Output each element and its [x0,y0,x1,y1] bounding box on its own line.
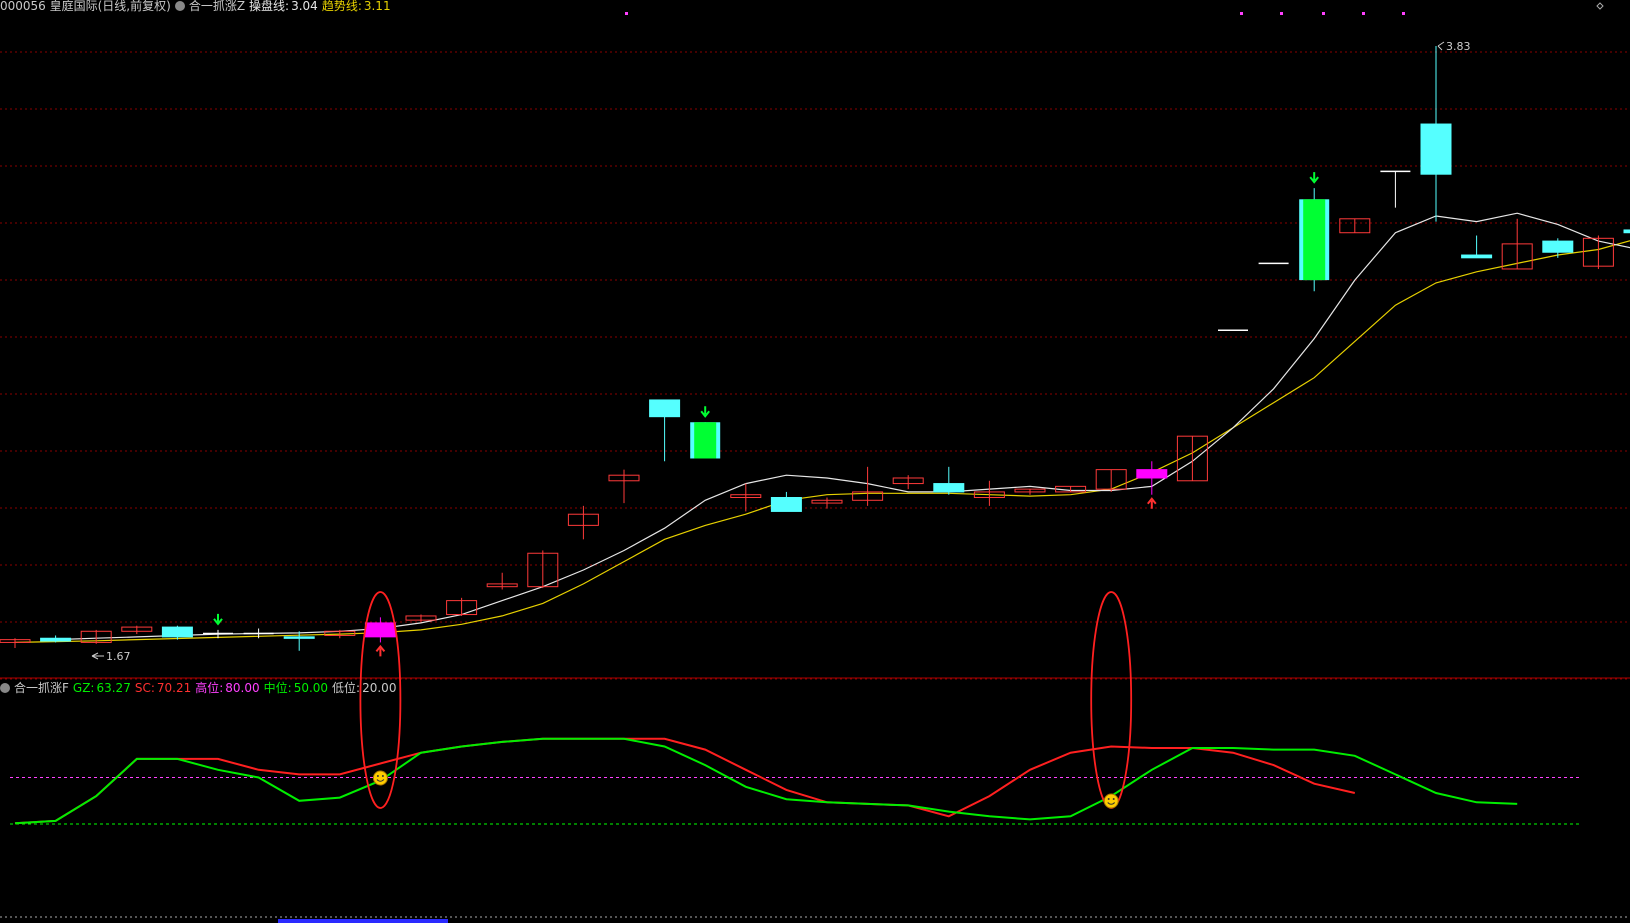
high-value: 80.00 [225,681,260,695]
chart-annotations: 3.83 1.67 [91,2,1604,663]
gz-value: 63.27 [96,681,131,695]
smiley-eye [1107,798,1110,800]
up-arrow-icon [375,644,386,657]
settings-circle-icon[interactable] [174,1,185,11]
smiley-eye [1112,798,1115,800]
candle-body [161,626,193,638]
high-label: 高位: [195,681,224,695]
mid-label: 中位: [263,681,292,695]
signal-dot [1322,12,1325,15]
line1-label: 操盘线: [249,0,290,13]
smiley-eye [381,775,384,777]
candle-body [1461,254,1493,259]
settings-circle-icon[interactable] [0,683,10,693]
candle-body [770,497,802,512]
oscillator-panel [10,591,1580,825]
signal-dot [1280,12,1283,15]
low-value: 20.00 [362,681,397,695]
max-pointer [1437,41,1445,51]
signal-dot [1362,12,1365,15]
sc-line [14,737,1356,825]
smiley-eye [376,775,379,777]
candle-body [1136,469,1168,479]
diamond-icon [1596,2,1604,10]
mid-value: 50.00 [293,681,329,695]
scroll-bar [278,919,448,923]
stock-chart[interactable]: 3.83 1.67 [0,0,1630,923]
line2-label: 趋势线: [321,0,362,13]
down-arrow-icon [700,406,710,418]
candle-body [1542,240,1574,253]
candle-body [283,636,315,639]
sc-label: SC: [134,681,155,695]
candle-body [40,637,72,642]
signal-dot [625,12,628,15]
signal-dot [1402,12,1405,15]
candle-body [694,422,717,459]
candle-body [364,622,396,638]
down-arrow-icon [1309,172,1319,184]
signal-ellipse [1090,591,1133,809]
gz-label: GZ: [72,681,95,695]
smiley-icon [372,770,388,786]
max-price-label: 3.83 [1446,40,1471,53]
min-pointer [91,652,104,660]
signal-dot [1240,12,1243,15]
candle-body [1303,199,1326,281]
oscillator-header: 合一抓涨F GZ: 63.27 SC: 70.21 高位: 80.00 中位: 50.00 低位:… [0,682,400,694]
grid-lines [0,51,1630,923]
osc-indicator-name: 合一抓涨F [14,681,69,695]
up-arrow-icon [1147,497,1157,509]
candle-body [933,483,965,493]
candle-body [649,399,681,418]
line2-value: 3.11 [363,0,391,13]
gz-line [14,737,1518,825]
trend-line [14,240,1630,643]
sc-value: 70.21 [156,681,192,695]
candle-body [1623,229,1630,234]
stock-title: 000056 皇庭国际(日线,前复权) [0,0,171,13]
low-label: 低位: [332,681,361,695]
indicator-name: 合一抓涨Z [188,0,246,13]
min-price-label: 1.67 [106,650,131,663]
candle-body [1420,123,1452,175]
main-chart-header: 000056 皇庭国际(日线,前复权) 合一抓涨Z 操盘线: 3.04 趋势线: 3.11 [0,0,395,12]
operation-line [55,212,1630,641]
moving-average-lines [14,212,1630,643]
smiley-icon [1103,793,1119,809]
line1-value: 3.04 [291,0,318,13]
